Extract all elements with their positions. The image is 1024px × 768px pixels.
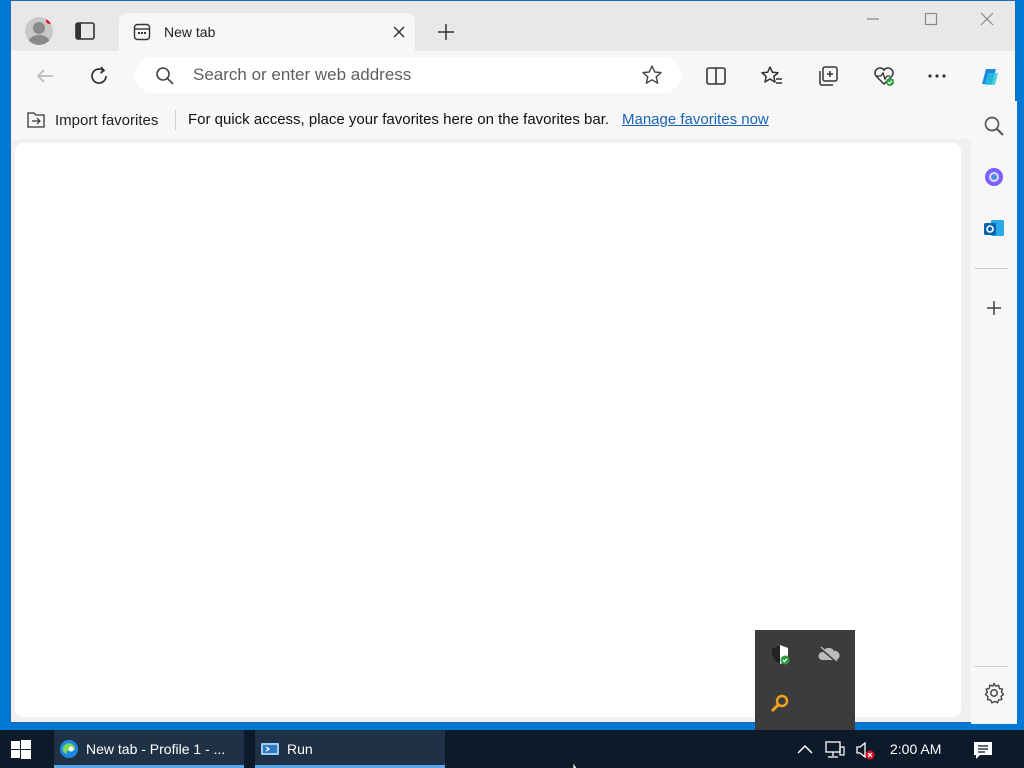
- address-input[interactable]: [193, 63, 633, 87]
- search-tool-icon[interactable]: [767, 691, 795, 719]
- outlook-icon[interactable]: [979, 213, 1009, 243]
- sidebar-divider: [974, 268, 1008, 269]
- collections-icon[interactable]: [814, 62, 842, 90]
- run-icon: [261, 743, 279, 755]
- import-favorites-label: Import favorites: [55, 111, 159, 129]
- action-center-icon[interactable]: [972, 739, 994, 761]
- settings-icon[interactable]: [979, 678, 1009, 708]
- address-bar[interactable]: [135, 57, 681, 93]
- search-icon[interactable]: [979, 111, 1009, 141]
- add-favorite-icon[interactable]: [641, 64, 663, 91]
- navigation-toolbar: [11, 51, 1015, 101]
- favorites-icon[interactable]: [758, 62, 786, 90]
- import-favorites-button[interactable]: Import favorites: [25, 109, 158, 131]
- refresh-icon[interactable]: [85, 62, 113, 90]
- edge-icon: [60, 740, 78, 758]
- new-tab-button[interactable]: [435, 21, 457, 43]
- taskbar-item-label: Run: [287, 741, 313, 757]
- show-hidden-icons-chevron-icon[interactable]: [794, 739, 816, 761]
- search-icon: [155, 66, 175, 91]
- tab-actions-icon[interactable]: [73, 19, 97, 43]
- sidebar: [971, 101, 1017, 724]
- copilot-icon[interactable]: [975, 62, 1003, 90]
- sidebar-divider-bottom: [974, 666, 1008, 667]
- notification-dot: [46, 17, 53, 24]
- close-window-button[interactable]: [973, 11, 1001, 33]
- add-icon[interactable]: [979, 293, 1009, 323]
- browser-essentials-icon[interactable]: [870, 62, 898, 90]
- windows-start-icon[interactable]: [10, 739, 32, 761]
- onedrive-offline-icon[interactable]: [816, 642, 844, 670]
- close-tab-icon[interactable]: [389, 22, 409, 42]
- taskbar-item-edge[interactable]: New tab - Profile 1 - ...: [54, 730, 244, 768]
- back-icon[interactable]: [31, 62, 59, 90]
- maximize-button[interactable]: [917, 11, 945, 33]
- browser-window: New tab Search or enter web address Impo…: [10, 0, 1017, 724]
- tab-title: New tab: [164, 24, 216, 40]
- volume-muted-icon[interactable]: [854, 739, 876, 761]
- favorites-divider: [175, 110, 176, 130]
- favorites-message: For quick access, place your favorites h…: [188, 111, 610, 128]
- network-icon[interactable]: [824, 739, 846, 761]
- favorites-bar: Import favorites For quick access, place…: [11, 101, 971, 139]
- mouse-cursor-icon: [572, 760, 583, 768]
- minimize-button[interactable]: [859, 11, 887, 33]
- title-bar: New tab: [11, 1, 1015, 51]
- clock[interactable]: 2:00 AM: [890, 741, 941, 757]
- import-icon: [27, 112, 45, 128]
- manage-favorites-link[interactable]: Manage favorites now: [622, 111, 769, 128]
- copilot-sidebar-icon[interactable]: [979, 162, 1009, 192]
- profile-avatar[interactable]: [25, 17, 53, 45]
- taskbar: New tab - Profile 1 - ... Run 2:00 AM: [0, 730, 1024, 768]
- security-shield-icon[interactable]: [767, 642, 795, 670]
- taskbar-item-run[interactable]: Run: [255, 730, 445, 768]
- taskbar-item-label: New tab - Profile 1 - ...: [86, 741, 226, 757]
- split-screen-icon[interactable]: [702, 62, 730, 90]
- new-tab-icon: [133, 23, 151, 41]
- tab-new-tab[interactable]: New tab: [119, 13, 415, 51]
- tray-overflow-flyout: [755, 630, 855, 730]
- more-icon[interactable]: [923, 62, 951, 90]
